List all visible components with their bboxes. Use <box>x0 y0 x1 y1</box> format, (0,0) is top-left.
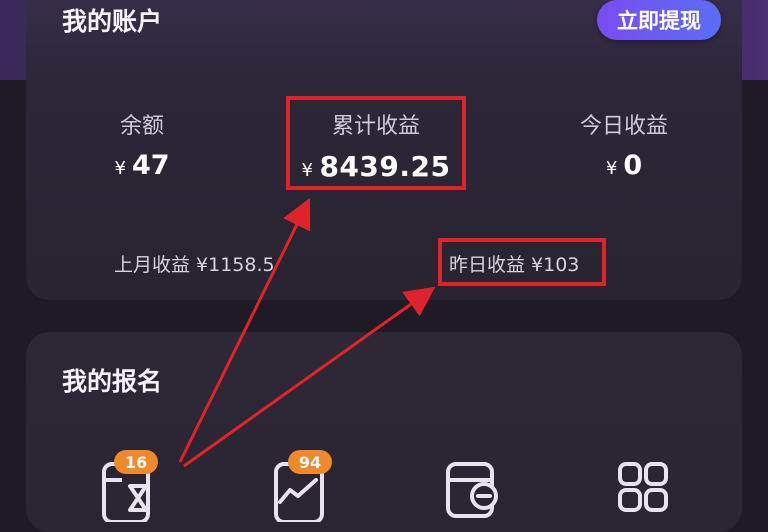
signup-item-grid[interactable] <box>616 462 676 522</box>
yesterday-earnings-highlight-box <box>438 238 606 286</box>
today-earnings-value-row: ¥0 <box>560 150 688 181</box>
signup-item-hourglass[interactable]: 16 <box>100 450 160 522</box>
balance-label: 余额 <box>119 114 164 139</box>
withdraw-button[interactable]: 立即提现 <box>597 0 721 40</box>
card-minus-icon <box>446 462 498 518</box>
balance-currency: ¥ <box>114 158 126 179</box>
signup-item-card-minus[interactable] <box>444 462 504 522</box>
total-earnings-highlight-box <box>286 96 466 190</box>
today-earnings-currency: ¥ <box>605 158 618 179</box>
balance-value-row: ¥47 <box>92 150 192 181</box>
last-month-earnings: 上月收益 ¥1158.5 <box>114 254 275 276</box>
today-earnings-stat: 今日收益 ¥0 <box>560 108 688 181</box>
signup-item-chart[interactable]: 94 <box>272 450 332 522</box>
signup-item-badge: 94 <box>288 450 332 474</box>
balance-value: 47 <box>131 150 170 181</box>
balance-stat: 余额 ¥47 <box>92 108 192 181</box>
today-earnings-value: 0 <box>623 150 643 181</box>
signup-item-badge: 16 <box>114 450 158 474</box>
account-title: 我的账户 <box>62 7 163 36</box>
signup-title: 我的报名 <box>62 367 163 396</box>
grid-apps-icon <box>618 462 668 512</box>
today-earnings-label: 今日收益 <box>579 114 668 139</box>
